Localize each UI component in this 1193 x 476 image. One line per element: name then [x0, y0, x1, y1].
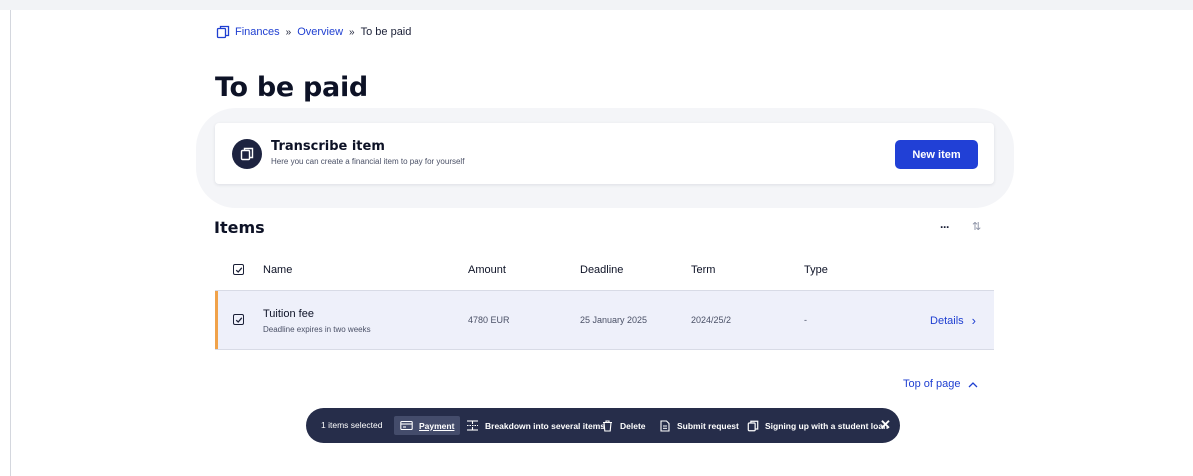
top-of-page-link[interactable]: Top of page — [903, 377, 978, 391]
payment-label: Payment — [419, 420, 455, 431]
transcribe-item-card: Transcribe item Here you can create a fi… — [215, 123, 994, 184]
more-icon[interactable]: ··· — [940, 220, 950, 234]
document-copy-icon — [746, 419, 759, 432]
breadcrumb: Finances » Overview » To be paid — [216, 25, 411, 39]
column-header-term[interactable]: Term — [691, 264, 715, 276]
split-icon — [466, 419, 479, 432]
bulk-action-bar: 1 items selected Payment Breakdown into … — [306, 408, 900, 443]
row-deadline: 25 January 2025 — [580, 315, 648, 325]
top-of-page-label: Top of page — [903, 378, 961, 390]
page-title: To be paid — [215, 72, 368, 103]
breadcrumb-overview[interactable]: Overview — [297, 26, 343, 38]
table-row[interactable]: Tuition fee Deadline expires in two week… — [215, 290, 994, 350]
document-copy-icon — [216, 25, 230, 39]
breadcrumb-current: To be paid — [360, 26, 412, 38]
row-term: 2024/25/2 — [691, 315, 732, 325]
delete-label: Delete — [620, 420, 646, 431]
delete-button[interactable]: Delete — [601, 416, 646, 435]
chevron-right-icon: › — [971, 313, 976, 328]
details-link[interactable]: Details › — [930, 313, 976, 328]
row-checkbox[interactable] — [233, 314, 244, 325]
student-loan-label: Signing up with a student loan — [765, 420, 889, 431]
payment-icon — [400, 419, 413, 432]
trash-icon — [601, 419, 614, 432]
payment-button[interactable]: Payment — [394, 416, 461, 435]
close-icon[interactable]: ✕ — [880, 417, 891, 433]
submit-request-label: Submit request — [677, 420, 739, 431]
new-item-button[interactable]: New item — [895, 140, 978, 169]
row-type: - — [804, 315, 807, 325]
student-loan-button[interactable]: Signing up with a student loan — [746, 416, 888, 435]
table-header: Name Amount Deadline Term Type — [215, 258, 994, 284]
card-subtitle: Here you can create a financial item to … — [271, 157, 465, 166]
breakdown-button[interactable]: Breakdown into several items — [466, 416, 605, 435]
breadcrumb-separator: » — [285, 26, 292, 38]
column-header-deadline[interactable]: Deadline — [580, 264, 623, 276]
sort-icon[interactable]: ⇅ — [972, 220, 981, 233]
column-header-amount[interactable]: Amount — [468, 264, 506, 276]
document-copy-icon — [232, 139, 262, 169]
select-all-checkbox[interactable] — [233, 264, 244, 275]
card-title: Transcribe item — [271, 139, 385, 154]
row-amount: 4780 EUR — [468, 315, 510, 325]
breadcrumb-separator: » — [349, 26, 355, 38]
row-name: Tuition fee — [263, 308, 314, 320]
submit-request-button[interactable]: Submit request — [658, 416, 739, 435]
selection-count: 1 items selected — [321, 420, 383, 430]
details-label: Details — [930, 314, 964, 327]
row-accent-bar — [215, 291, 218, 349]
left-divider — [10, 10, 11, 476]
row-note: Deadline expires in two weeks — [263, 325, 371, 334]
document-icon — [658, 419, 671, 432]
breakdown-label: Breakdown into several items — [485, 420, 605, 431]
column-header-name[interactable]: Name — [263, 264, 292, 276]
column-header-type[interactable]: Type — [804, 264, 828, 276]
top-bar — [0, 0, 1193, 10]
chevron-up-icon — [968, 377, 978, 391]
items-heading: Items — [214, 218, 265, 237]
breadcrumb-finances[interactable]: Finances — [235, 26, 280, 38]
